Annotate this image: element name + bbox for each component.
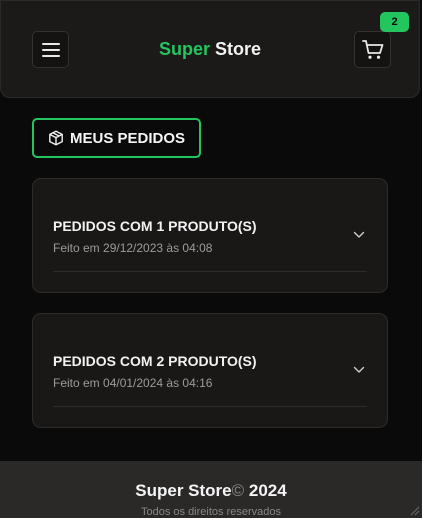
cart-count-badge[interactable]: 2 <box>380 12 409 32</box>
order-date: Feito em 04/01/2024 às 04:16 <box>53 376 213 390</box>
order-title: PEDIDOS COM 1 PRODUTO(S) <box>53 218 257 234</box>
chevron-down-icon[interactable] <box>353 366 365 374</box>
footer-year: 2024 <box>248 481 287 500</box>
package-icon <box>49 130 63 146</box>
page-title-label: MEUS PEDIDOS <box>69 129 186 147</box>
order-card[interactable]: PEDIDOS COM 1 PRODUTO(S) Feito em 29/12/… <box>32 178 388 293</box>
cart-button[interactable] <box>354 31 391 68</box>
order-title: PEDIDOS COM 2 PRODUTO(S) <box>53 353 257 369</box>
page-title: MEUS PEDIDOS <box>32 118 201 158</box>
order-divider <box>53 406 367 407</box>
footer-rights: Todos os direitos reservados <box>140 506 281 518</box>
footer-brand-line: Super Store© 2024 <box>0 481 422 501</box>
shopping-cart-icon <box>361 39 383 59</box>
order-card[interactable]: PEDIDOS COM 2 PRODUTO(S) Feito em 04/01/… <box>32 313 388 428</box>
app-header: Super Store <box>0 0 420 98</box>
order-divider <box>53 271 367 272</box>
brand-primary: Super <box>158 39 210 59</box>
page-footer: Super Store© 2024 Todos os direitos rese… <box>0 461 422 518</box>
chevron-down-icon[interactable] <box>353 231 365 239</box>
footer-brand: Super Store <box>135 481 232 500</box>
order-date: Feito em 29/12/2023 às 04:08 <box>53 241 213 255</box>
copyright-symbol: © <box>231 481 245 500</box>
brand-secondary: Store <box>215 39 262 59</box>
resize-grip-icon[interactable] <box>408 504 420 516</box>
